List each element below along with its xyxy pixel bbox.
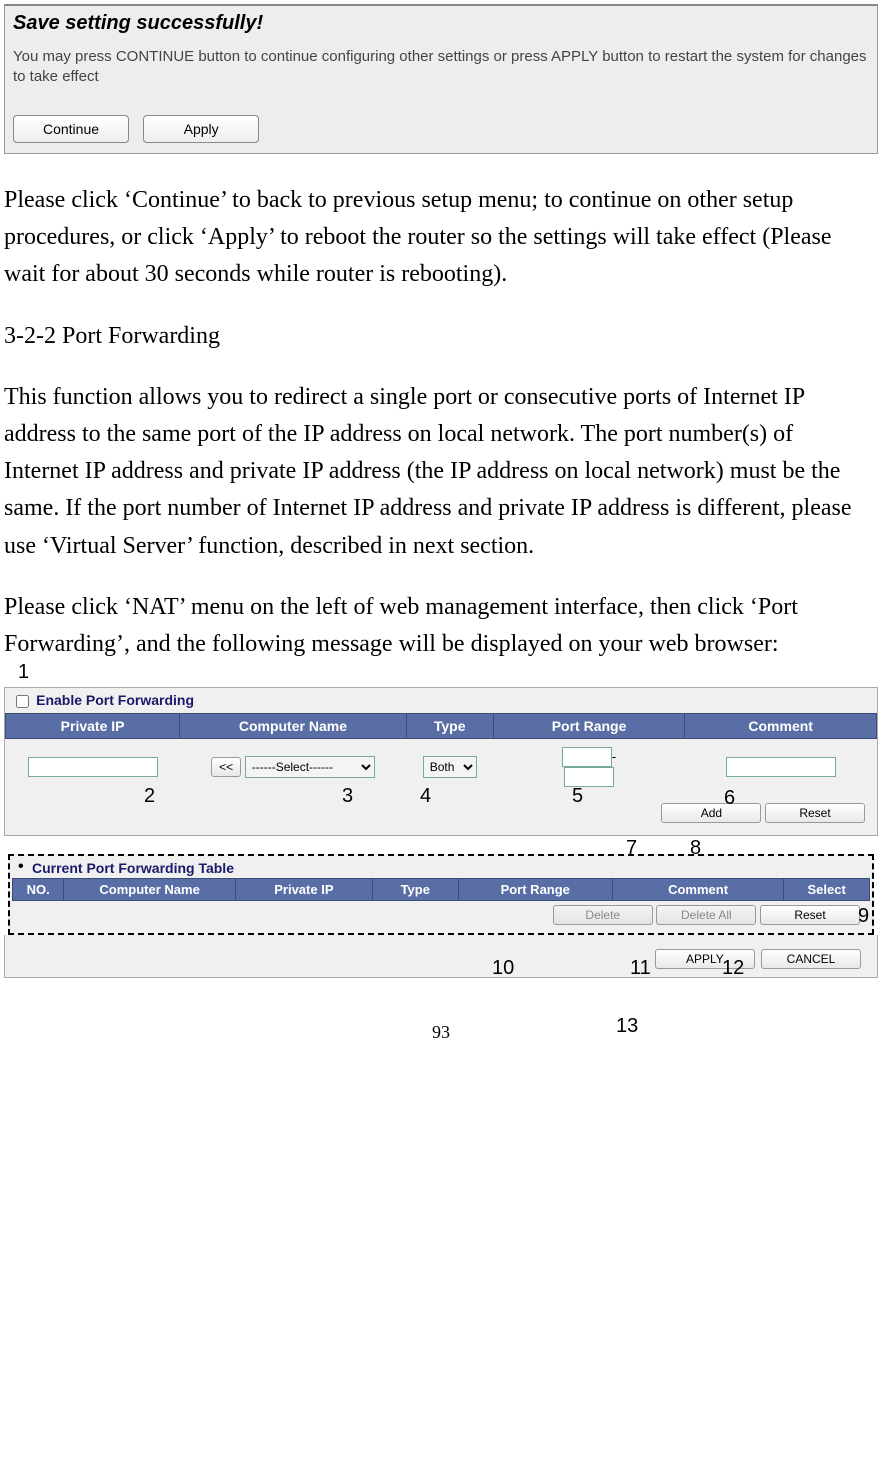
section-heading: 3-2-2 Port Forwarding: [4, 318, 870, 355]
copy-left-button[interactable]: <<: [211, 757, 241, 777]
callout-13: 13: [616, 1015, 638, 1038]
pf-button-row: Add Reset: [5, 797, 877, 827]
apply-button-top[interactable]: Apply: [143, 115, 259, 143]
callout-8: 8: [690, 837, 701, 860]
hdr-comment: Comment: [685, 714, 877, 739]
callout-3: 3: [342, 785, 353, 808]
callout-1: 1: [18, 661, 29, 684]
chdr-port-range: Port Range: [458, 879, 612, 901]
hdr-type: Type: [406, 714, 493, 739]
continue-button[interactable]: Continue: [13, 115, 129, 143]
current-table-title: Current Port Forwarding Table: [12, 858, 870, 878]
current-port-forwarding-table: Current Port Forwarding Table NO. Comput…: [8, 854, 874, 935]
chdr-comment: Comment: [612, 879, 783, 901]
port-forwarding-panel: Enable Port Forwarding Private IP Comput…: [4, 687, 878, 836]
hdr-computer-name: Computer Name: [180, 714, 406, 739]
chdr-private-ip: Private IP: [235, 879, 372, 901]
cancel-button[interactable]: CANCEL: [761, 949, 861, 969]
delete-all-button[interactable]: Delete All: [656, 905, 756, 925]
callout-10: 10: [492, 957, 514, 980]
chdr-no: NO.: [13, 879, 64, 901]
callout-5: 5: [572, 785, 583, 808]
delete-button[interactable]: Delete: [553, 905, 653, 925]
paragraph-2: This function allows you to redirect a s…: [4, 379, 870, 565]
pf-input-row: << ------Select------ Both -: [6, 739, 877, 798]
private-ip-input[interactable]: [28, 757, 158, 777]
enable-port-forwarding-checkbox[interactable]: [16, 695, 29, 708]
chdr-select: Select: [784, 879, 870, 901]
chdr-type: Type: [372, 879, 458, 901]
apply-cancel-row: APPLY CANCEL: [4, 935, 878, 978]
pf-header-row: Private IP Computer Name Type Port Range…: [6, 714, 877, 739]
computer-name-select[interactable]: ------Select------: [245, 756, 375, 778]
hdr-port-range: Port Range: [493, 714, 685, 739]
callout-4: 4: [420, 785, 431, 808]
callout-12: 12: [722, 957, 744, 980]
current-header-row: NO. Computer Name Private IP Type Port R…: [13, 879, 870, 901]
paragraph-1: Please click ‘Continue’ to back to previ…: [4, 182, 870, 294]
page-number: 93: [0, 1022, 882, 1051]
enable-port-forwarding-label: Enable Port Forwarding: [36, 692, 194, 708]
current-button-row: Delete Delete All Reset: [12, 901, 870, 927]
port-range-start-input[interactable]: [562, 747, 612, 767]
reset-button[interactable]: Reset: [765, 803, 865, 823]
save-setting-panel: Save setting successfully! You may press…: [4, 4, 878, 154]
document-body: Please click ‘Continue’ to back to previ…: [0, 182, 874, 663]
chdr-computer-name: Computer Name: [64, 879, 235, 901]
callout-11: 11: [630, 957, 651, 980]
port-range-sep: -: [612, 749, 616, 764]
hdr-private-ip: Private IP: [6, 714, 180, 739]
save-desc: You may press CONTINUE button to continu…: [13, 47, 869, 86]
save-title: Save setting successfully!: [13, 12, 869, 35]
callout-7: 7: [626, 837, 637, 860]
callout-6: 6: [724, 787, 735, 810]
port-forwarding-screenshot: 1 Enable Port Forwarding Private IP Comp…: [4, 687, 878, 935]
add-button[interactable]: Add: [661, 803, 761, 823]
comment-input[interactable]: [726, 757, 836, 777]
callout-2: 2: [144, 785, 155, 808]
callout-9: 9: [858, 905, 869, 928]
type-select[interactable]: Both: [423, 756, 477, 778]
reset-button-2[interactable]: Reset: [760, 905, 860, 925]
paragraph-3: Please click ‘NAT’ menu on the left of w…: [4, 589, 870, 663]
